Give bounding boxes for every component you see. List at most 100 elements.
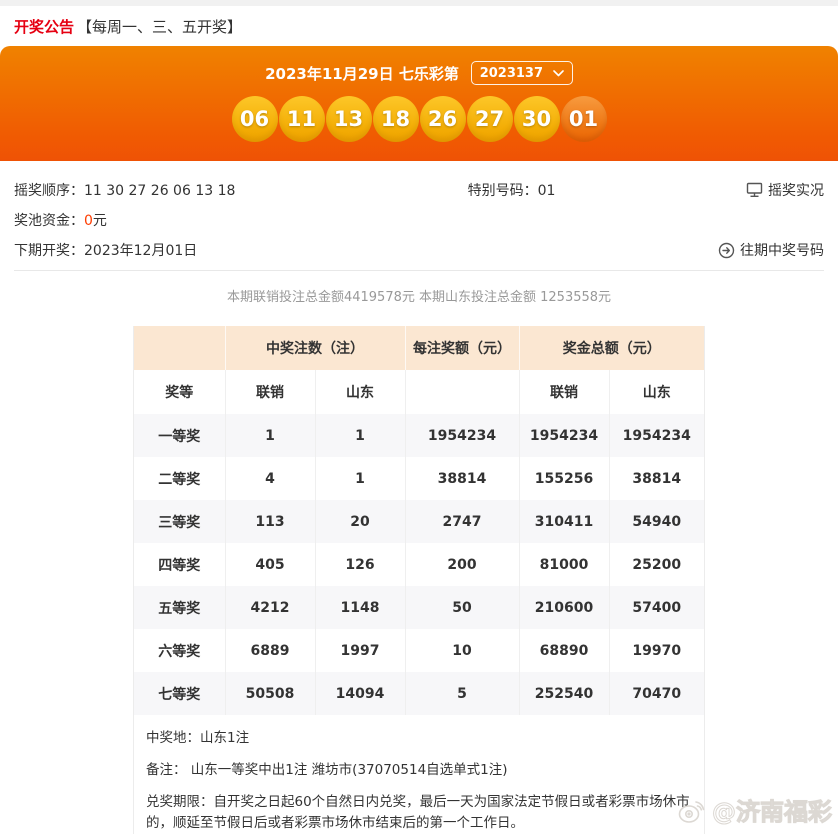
- draw-banner: 2023年11月29日 七乐彩第 2023137 06 11 13 18 26 …: [0, 46, 838, 161]
- live-draw-label: 摇奖实况: [768, 180, 824, 200]
- table-row: 三等奖 113 20 2747 310411 54940: [134, 500, 704, 543]
- announcement-header: 开奖公告 【每周一、三、五开奖】: [0, 6, 838, 46]
- union-total-cell: 68890: [519, 629, 609, 672]
- table-row: 四等奖 405 126 200 81000 25200: [134, 543, 704, 586]
- live-draw-link[interactable]: 摇奖实况: [746, 180, 824, 200]
- sd-count-cell: 126: [315, 543, 405, 586]
- prize-pool-unit: 元: [93, 213, 107, 229]
- sd-total-cell: 54940: [609, 500, 704, 543]
- next-draw-row: 下期开奖：2023年12月01日 往期中奖号码: [14, 235, 824, 265]
- tier-cell: 五等奖: [134, 586, 225, 629]
- section-divider: [14, 270, 824, 271]
- sd-total-cell: 1954234: [609, 414, 704, 457]
- union-total-cell: 310411: [519, 500, 609, 543]
- union-count-cell: 113: [225, 500, 315, 543]
- header-count-group: 中奖注数（注）: [225, 326, 405, 370]
- prize-panel: 中奖注数（注） 每注奖额（元） 奖金总额（元） 奖等 联销 山东 联销 山东 一…: [133, 326, 705, 834]
- draw-order-value: 11 30 27 26 06 13 18: [84, 183, 235, 199]
- sd-count-cell: 1997: [315, 629, 405, 672]
- prize-pool-row: 奖池资金：0元: [14, 205, 824, 235]
- tier-cell: 六等奖: [134, 629, 225, 672]
- tier-cell: 四等奖: [134, 543, 225, 586]
- table-row: 二等奖 4 1 38814 155256 38814: [134, 457, 704, 500]
- draw-order: 摇奖顺序：11 30 27 26 06 13 18: [14, 180, 468, 200]
- issue-number: 2023137: [480, 66, 543, 81]
- sd-count-cell: 1: [315, 414, 405, 457]
- deadline-value: 自开奖之日起60个自然日内兑奖，最后一天为国家法定节假日或者彩票市场休市的，顺延…: [146, 794, 690, 831]
- draw-order-row: 摇奖顺序：11 30 27 26 06 13 18 特别号码：01 摇奖实况: [14, 175, 824, 205]
- subheader-shandong: 山东: [315, 370, 405, 414]
- sd-total-cell: 57400: [609, 586, 704, 629]
- table-row: 五等奖 4212 1148 50 210600 57400: [134, 586, 704, 629]
- lottery-ball: 13: [326, 96, 372, 142]
- remark-note: 备注： 山东一等奖中出1注 潍坊市(37070514自选单式1注): [146, 760, 692, 781]
- special-number-label: 特别号码：: [468, 183, 538, 199]
- history-numbers-label: 往期中奖号码: [740, 240, 824, 260]
- tier-cell: 三等奖: [134, 500, 225, 543]
- union-total-cell: 155256: [519, 457, 609, 500]
- sd-count-cell: 20: [315, 500, 405, 543]
- per-bet-cell: 38814: [405, 457, 519, 500]
- header-spacer-cell: [134, 326, 225, 370]
- lottery-ball: 06: [232, 96, 278, 142]
- tier-cell: 一等奖: [134, 414, 225, 457]
- draw-banner-head: 2023年11月29日 七乐彩第 2023137: [0, 46, 838, 85]
- subheader-shandong: 山东: [609, 370, 704, 414]
- sales-summary-text: 本期联销投注总金额4419578元 本期山东投注总金额 1253558元: [0, 286, 838, 305]
- subheader-union: 联销: [225, 370, 315, 414]
- sd-count-cell: 14094: [315, 672, 405, 715]
- subheader-union: 联销: [519, 370, 609, 414]
- weibo-handle: @济南福彩: [712, 792, 832, 827]
- subheader-spacer: [405, 370, 519, 414]
- next-draw: 下期开奖：2023年12月01日: [14, 240, 197, 260]
- special-number-value: 01: [538, 183, 556, 199]
- page-title: 开奖公告: [14, 16, 74, 37]
- union-count-cell: 4: [225, 457, 315, 500]
- header-total-group: 奖金总额（元）: [519, 326, 704, 370]
- sd-count-cell: 1: [315, 457, 405, 500]
- per-bet-cell: 2747: [405, 500, 519, 543]
- per-bet-cell: 1954234: [405, 414, 519, 457]
- page-subtitle: 【每周一、三、五开奖】: [77, 16, 242, 37]
- table-row: 六等奖 6889 1997 10 68890 19970: [134, 629, 704, 672]
- union-count-cell: 50508: [225, 672, 315, 715]
- winner-location-value: 山东1注: [200, 730, 249, 746]
- table-row: 一等奖 1 1 1954234 1954234 1954234: [134, 414, 704, 457]
- arrow-circle-icon: [718, 242, 735, 259]
- monitor-icon: [746, 182, 763, 198]
- per-bet-cell: 50: [405, 586, 519, 629]
- lottery-ball: 11: [279, 96, 325, 142]
- prize-pool: 奖池资金：0元: [14, 210, 107, 230]
- sd-total-cell: 19970: [609, 629, 704, 672]
- next-draw-label: 下期开奖：: [14, 243, 84, 259]
- tier-cell: 七等奖: [134, 672, 225, 715]
- special-number-ball: 01: [561, 96, 607, 142]
- prize-pool-label: 奖池资金：: [14, 213, 84, 229]
- deadline-label: 兑奖期限：: [146, 794, 214, 810]
- union-total-cell: 252540: [519, 672, 609, 715]
- per-bet-cell: 10: [405, 629, 519, 672]
- union-total-cell: 210600: [519, 586, 609, 629]
- issue-number-dropdown[interactable]: 2023137: [471, 61, 573, 85]
- per-bet-cell: 200: [405, 543, 519, 586]
- next-draw-date: 2023年12月01日: [84, 243, 197, 259]
- union-count-cell: 4212: [225, 586, 315, 629]
- remark-value: 山东一等奖中出1注 潍坊市(37070514自选单式1注): [191, 762, 508, 778]
- per-bet-cell: 5: [405, 672, 519, 715]
- table-sub-header-row: 奖等 联销 山东 联销 山东: [134, 370, 704, 414]
- winner-location-label: 中奖地：: [146, 730, 200, 746]
- sd-count-cell: 1148: [315, 586, 405, 629]
- lottery-ball: 30: [514, 96, 560, 142]
- chevron-down-icon: [553, 70, 564, 77]
- history-numbers-link[interactable]: 往期中奖号码: [718, 240, 824, 260]
- header-per-bet-group: 每注奖额（元）: [405, 326, 519, 370]
- deadline-note: 兑奖期限：自开奖之日起60个自然日内兑奖，最后一天为国家法定节假日或者彩票市场休…: [146, 792, 692, 834]
- draw-info-section: 摇奖顺序：11 30 27 26 06 13 18 特别号码：01 摇奖实况 奖…: [0, 161, 838, 265]
- prize-table: 中奖注数（注） 每注奖额（元） 奖金总额（元） 奖等 联销 山东 联销 山东 一…: [134, 326, 704, 715]
- special-number: 特别号码：01: [468, 180, 746, 200]
- lottery-ball: 26: [420, 96, 466, 142]
- notes-section: 中奖地：山东1注 备注： 山东一等奖中出1注 潍坊市(37070514自选单式1…: [134, 715, 704, 834]
- sd-total-cell: 70470: [609, 672, 704, 715]
- sd-total-cell: 38814: [609, 457, 704, 500]
- lottery-ball: 18: [373, 96, 419, 142]
